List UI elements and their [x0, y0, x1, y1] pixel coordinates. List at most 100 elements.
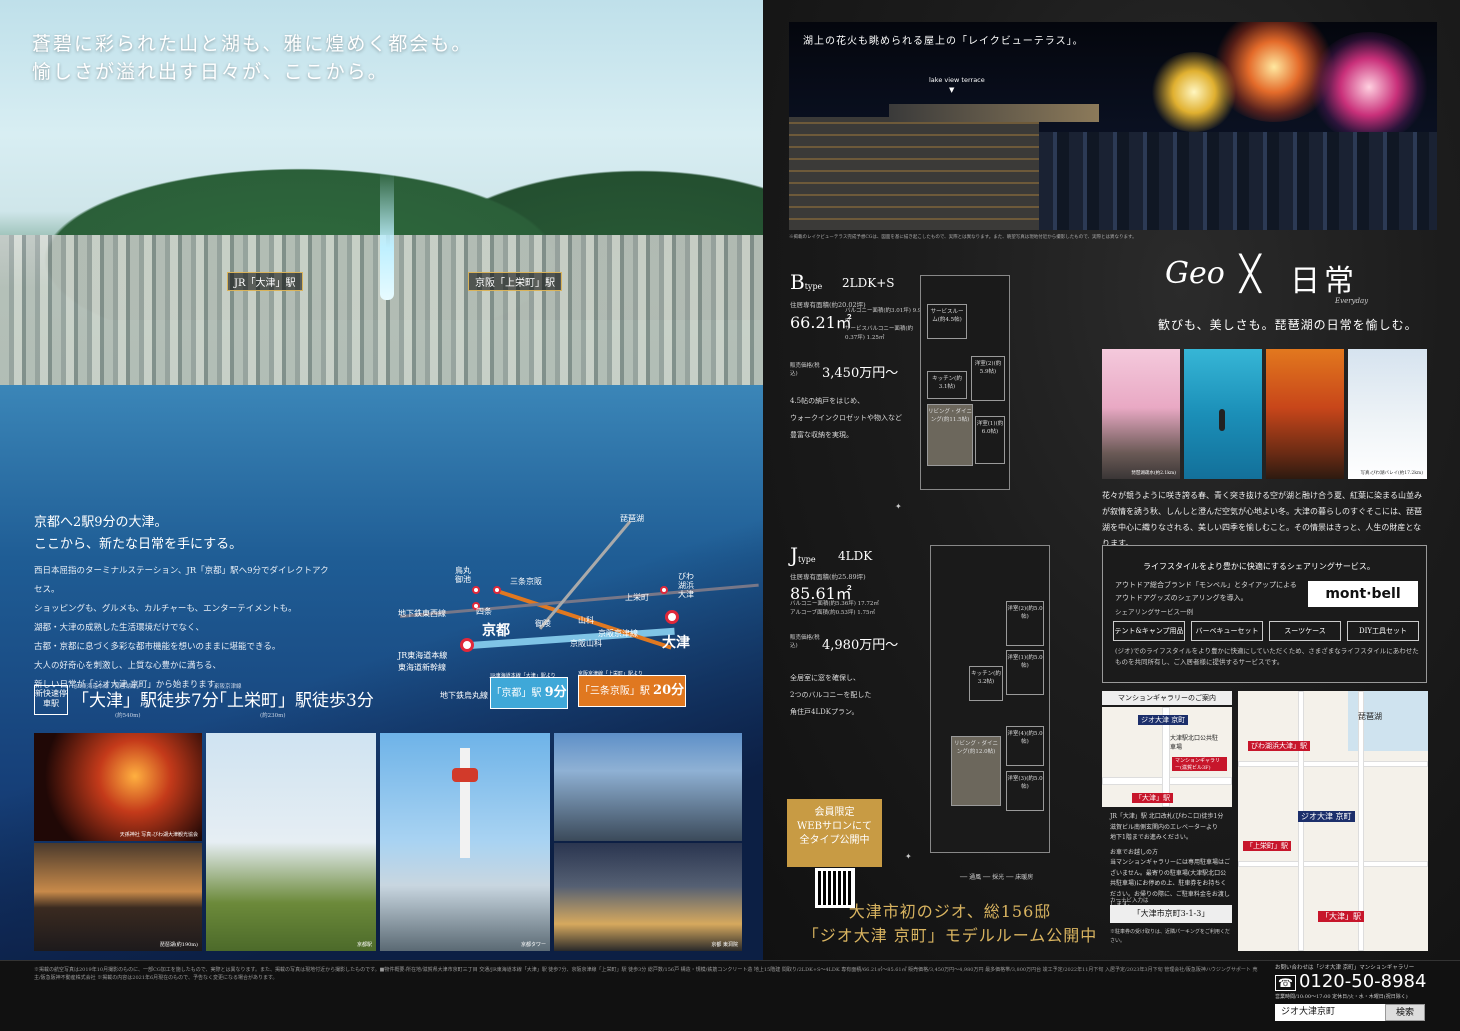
map-subway-karasuma: 地下鉄烏丸線 — [440, 691, 488, 700]
gal-text-line: JR「大津」駅 北口改札(びわこ口)徒歩1分 — [1110, 813, 1224, 820]
gal-map2-lake: 琵琶湖 — [1358, 712, 1382, 721]
plan-j-type-word: type — [798, 555, 816, 564]
plan-j-title: Jtype — [790, 543, 816, 567]
otsu-station-marker — [665, 610, 679, 624]
everyday-subtitle: Everyday — [1335, 297, 1369, 305]
plan-j-desc: 全居室に窓を確保し、 2つのバルコニーを配した 角住戸4LDKプラン。 — [790, 670, 871, 721]
business-hours: 営業時間/10:00〜17:00 定休日/火・水・木曜日(祝日除く) — [1275, 994, 1408, 1000]
left-photo-grid: 天孫神社 写真:びわ湖大津観光協会 琵琶湖(約190m) 京都駅 京都タワー 京… — [34, 733, 742, 951]
badge-sanjo-name: 「三条京阪」駅 — [579, 686, 650, 697]
room-kitchen: キッチン(約3.2帖) — [969, 666, 1003, 701]
street — [1238, 761, 1428, 767]
floorplan-legend: ── 通風 ── 採光 ── 床暖房 — [960, 874, 1034, 881]
room-western-3: 洋室(3)(約5.0帖) — [1006, 771, 1044, 811]
plan-j-layout: 4LDK — [838, 549, 873, 563]
plan-b-letter: B — [790, 270, 805, 294]
plan-b-sub2: サービスバルコニー面積(約0.37坪) 1.25㎡ — [845, 326, 914, 341]
gal-map2-site: ジオ大津 京町 — [1298, 811, 1355, 822]
desc-line: 豊富な収納を実現。 — [790, 431, 853, 439]
walk1-station: 「大津」 — [72, 691, 140, 711]
plan-b-layout: 2LDK+S — [842, 276, 895, 290]
phone-number[interactable]: ☎ 0120-50-8984 — [1275, 971, 1426, 992]
firework-3 — [1149, 52, 1239, 132]
room-western-4: 洋室(4)(約5.0帖) — [1006, 726, 1044, 766]
cta-line-1: 大津市初のジオ、総156邸 — [848, 902, 1052, 921]
room-western-2: 洋室(2)(約5.9帖) — [971, 356, 1005, 401]
photo-caption: 京都駅 — [356, 942, 372, 948]
plan-b-sub1: バルコニー面積(約3.01坪) 9.96㎡ — [845, 308, 925, 323]
share-desc-line: アウトドア総合ブランド「モンベル」とタイアップによる — [1115, 581, 1297, 589]
map-otsu: 大津 — [662, 635, 690, 651]
gal-map1-parking: 大津駅北口公共駐車場 — [1170, 735, 1219, 751]
seasons-photos: 琵琶湖疏水(約2.1km) 写真:びわ湖バレイ(約17.2km) — [1102, 349, 1427, 479]
lead-line-2: ここから、新たな日常を手にする。 — [34, 537, 243, 552]
photo-caption: 琵琶湖(約190m) — [159, 942, 198, 948]
room-ld: リビング・ダイニング(約12.0帖) — [951, 736, 1001, 806]
badge-kyoto-minutes: 9分 — [544, 685, 567, 700]
plan-b-desc: 4.5帖の納戸をはじめ、 ウォークインクロゼットや物入など 豊富な収納を実現。 — [790, 393, 902, 444]
photo-winter: 写真:びわ湖バレイ(約17.2km) — [1348, 349, 1427, 479]
gallery-map-area: 琵琶湖 びわ湖浜大津」駅 ジオ大津 京町 「上栄町」駅 「大津」駅 — [1238, 691, 1428, 951]
room-service: サービスルーム(約4.5帖) — [927, 304, 967, 339]
compass-icon: ✦ — [905, 852, 912, 861]
share-title: ライフスタイルをより豊かに快適にするシェアリングサービス。 — [1143, 562, 1375, 571]
member-line: 会員限定 — [814, 807, 855, 818]
cross-mark: ╳ — [1240, 254, 1261, 294]
gal-map2-kamisakae: 「上栄町」駅 — [1243, 841, 1291, 851]
gal-map2-hamaotsu: びわ湖浜大津」駅 — [1248, 741, 1310, 751]
left-body: 西日本屈指のターミナルステーション、JR「京都」駅へ9分でダイレクトアクセス。 … — [34, 562, 334, 695]
photo-caption: 京都タワー — [520, 942, 546, 948]
photo-spring: 琵琶湖疏水(約2.1km) — [1102, 349, 1180, 479]
plan-b-title: Btype — [790, 270, 822, 294]
footer: ※掲載の航空写真は2019年10月撮影のものに、一部CG加工を施したもので、実際… — [0, 960, 1460, 1031]
desc-line: ウォークインクロゼットや物入など — [790, 414, 902, 422]
desc-line: 角住戸4LDKプラン。 — [790, 708, 859, 716]
share-example-label: シェアリングサービス一例 — [1115, 608, 1193, 616]
montbell-logo: mont·bell — [1308, 581, 1418, 607]
sharing-service-box: ライフスタイルをより豊かに快適にするシェアリングサービス。 アウトドア総合ブラン… — [1102, 545, 1427, 683]
nichijo-title: 日常 — [1290, 264, 1358, 299]
karasuma-station-marker — [472, 586, 480, 594]
badge-sanjo-time: 「三条京阪」駅 20分 — [578, 675, 686, 707]
photo-caption: 京都 東洞院 — [711, 942, 738, 948]
gal-text-line: 地下1階までお進みください。 — [1110, 834, 1192, 841]
left-page: 蒼碧に彩られた山と湖も、雅に煌めく都会も。 愉しさが溢れ出す日々が、ここから。 … — [0, 0, 763, 960]
body-line: 西日本屈指のターミナルステーション、JR「京都」駅へ9分でダイレクトアクセス。 — [34, 566, 329, 595]
gal-text-line: お車でお越しの方 — [1110, 848, 1159, 856]
phone-text: 0120-50-8984 — [1298, 971, 1427, 992]
search-input[interactable]: ジオ大津京町 — [1275, 1004, 1385, 1021]
phone-icon: ☎ — [1275, 975, 1296, 991]
gal-text-line: 滋賀ビル南側玄関内のエレベーターより — [1110, 823, 1218, 831]
photo-caption: 写真:びわ湖バレイ(約17.2km) — [1360, 471, 1423, 476]
hero-caption: 湖上の花火も眺められる屋上の「レイクビューテラス」。 — [803, 36, 1084, 47]
firework-2 — [1309, 32, 1429, 142]
gallery-footnote: ※駐車券の受け取りは、近隣パーキングをご利用ください。 — [1110, 929, 1230, 944]
member-line: WEBサロンにて — [797, 821, 872, 832]
building-render — [789, 117, 1039, 230]
share-item-bbq: バーベキューセット — [1191, 621, 1263, 641]
rooftop-terrace — [889, 104, 1099, 122]
plan-b-area: 66.21㎡ — [790, 313, 852, 332]
desc-line: 2つのバルコニーを配した — [790, 691, 872, 699]
photo-lake-sunset: 琵琶湖(約190m) — [34, 843, 202, 951]
room-western-1: 洋室(1)(約5.0帖) — [1006, 650, 1044, 695]
plan-b-price-label: 販売価格(税込) — [790, 363, 820, 377]
map-jr-tokaido: JR東海道本線 — [398, 651, 448, 660]
room-kitchen: キッチン(約3.1帖) — [927, 371, 967, 399]
walk1-text: 駅徒歩7分 — [140, 691, 219, 711]
floorplan-j: 洋室(2)(約5.0帖) 洋室(1)(約5.0帖) キッチン(約3.2帖) 洋室… — [930, 545, 1050, 853]
down-arrow-icon: ▼ — [949, 86, 955, 94]
kamisakae-station-marker — [660, 586, 668, 594]
photo-caption: 天孫神社 写真:びわ湖大津観光協会 — [119, 832, 198, 838]
plan-b-sub: バルコニー面積(約3.01坪) 9.96㎡ サービスバルコニー面積(約0.37坪… — [845, 307, 925, 343]
share-item-diy: DIY工具セット — [1347, 621, 1419, 641]
map-kamisakae: 上栄町 — [625, 593, 649, 602]
photo-kyoto-street: 京都 東洞院 — [554, 843, 742, 951]
keihan-label: 京阪「上栄町」駅 — [468, 272, 562, 291]
plan-j-letter: J — [790, 543, 799, 567]
share-footnote: (ジオ)でのライフスタイルをより豊かに快適にしていただくため、さまざまなライフス… — [1115, 647, 1419, 666]
cta-line-2: 「ジオ大津 京町」モデルルーム公開中 — [802, 926, 1098, 945]
walk-kamisakae: 「上栄町」駅徒歩3分 — [210, 686, 374, 711]
search-button[interactable]: 検索 — [1385, 1004, 1425, 1021]
lake-view-terrace-label: lake view terrace — [929, 76, 985, 84]
